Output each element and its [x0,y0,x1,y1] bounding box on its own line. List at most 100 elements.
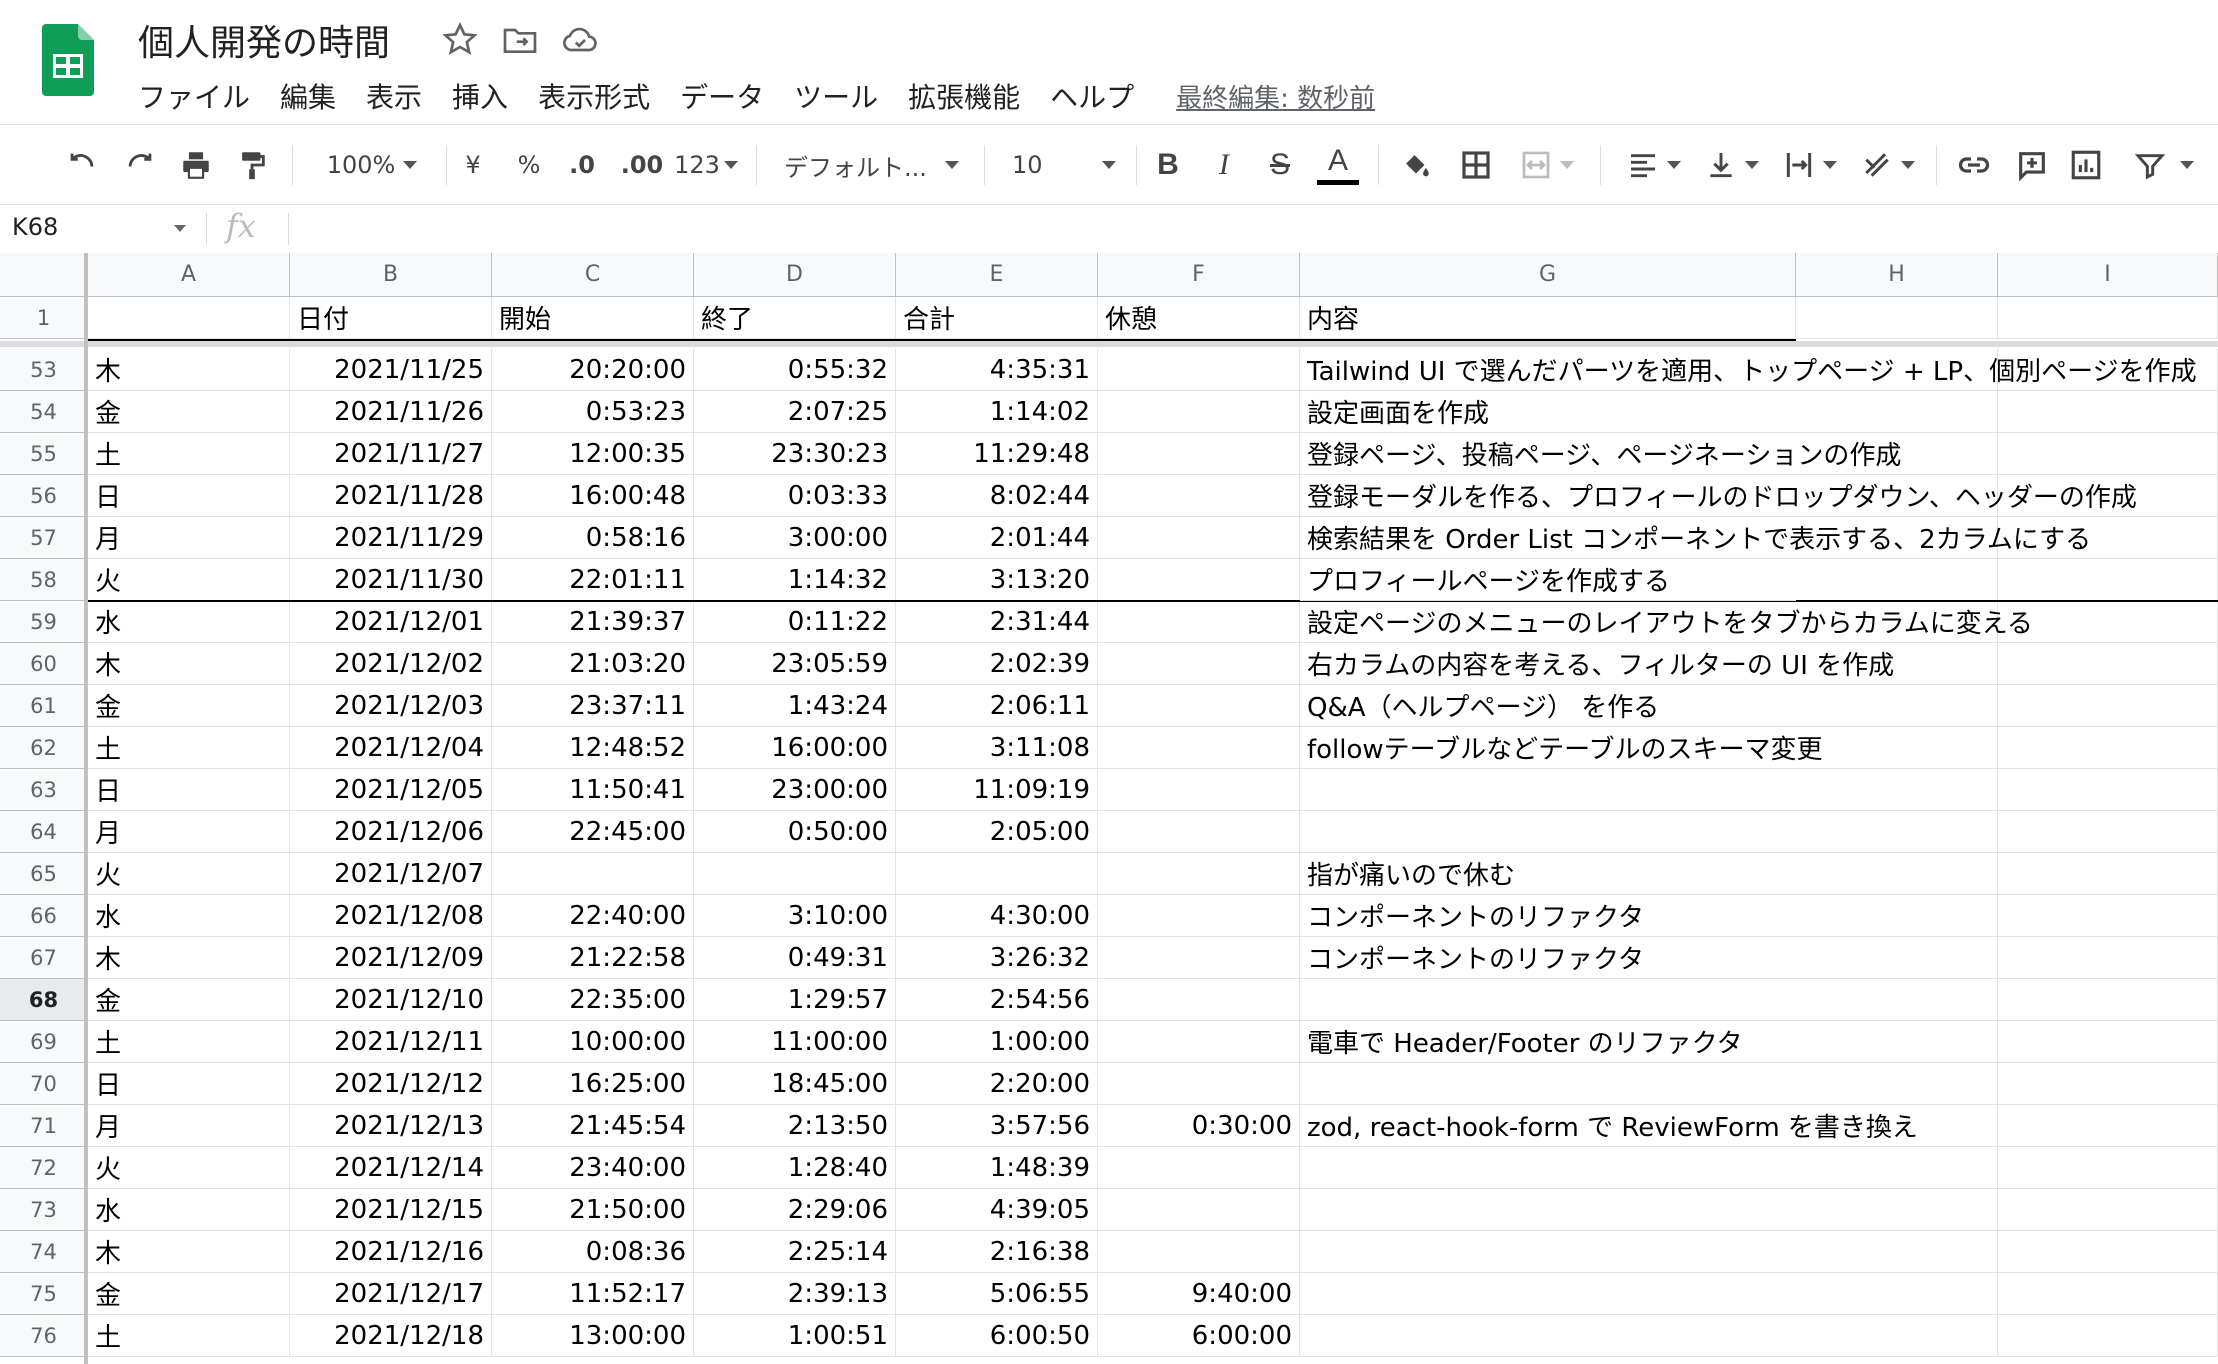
cell-g[interactable]: プロフィールページを作成する [1300,559,1796,601]
fill-color-icon[interactable] [1396,135,1436,195]
cell-g[interactable] [1300,1063,1796,1105]
menu-data[interactable]: データ [680,76,764,116]
cell-c[interactable]: 21:39:37 [492,601,694,643]
cell-h[interactable] [1796,685,1998,727]
cell-a[interactable]: 月 [88,1105,290,1147]
cell-b[interactable]: 2021/12/05 [290,769,492,811]
cell-b[interactable]: 2021/12/17 [290,1273,492,1315]
cell-a[interactable]: 火 [88,559,290,601]
cell-a[interactable]: 日 [88,475,290,517]
cell-i[interactable] [1998,1273,2218,1315]
cell-h[interactable] [1796,1189,1998,1231]
cell-c[interactable]: 16:00:48 [492,475,694,517]
column-header-g[interactable]: G [1300,253,1796,297]
merge-icon[interactable] [1512,135,1582,195]
cell-e[interactable]: 2:05:00 [896,811,1098,853]
cell-d[interactable]: 1:14:32 [694,559,896,601]
cell-h[interactable] [1796,1021,1998,1063]
row-header[interactable]: 55 [0,433,88,475]
cell-d[interactable]: 0:55:32 [694,349,896,391]
cell-b[interactable]: 2021/12/14 [290,1147,492,1189]
header-cell-e[interactable]: 合計 [896,297,1098,339]
frozen-row-divider[interactable] [0,341,2218,347]
cell-a[interactable]: 水 [88,601,290,643]
column-header-d[interactable]: D [694,253,896,297]
cell-e[interactable] [896,853,1098,895]
header-cell-d[interactable]: 終了 [694,297,896,339]
cell-d[interactable]: 2:25:14 [694,1231,896,1273]
cell-h[interactable] [1796,1063,1998,1105]
cell-i[interactable] [1998,1315,2218,1357]
cell-f[interactable] [1098,937,1300,979]
cell-d[interactable] [694,853,896,895]
frozen-column-divider[interactable] [84,253,88,1364]
cell-g[interactable]: Q&A（ヘルプページ） を作る [1300,685,1796,727]
header-cell-c[interactable]: 開始 [492,297,694,339]
cell-i[interactable] [1998,1231,2218,1273]
cell-c[interactable]: 23:37:11 [492,685,694,727]
cell-e[interactable]: 2:54:56 [896,979,1098,1021]
print-icon[interactable] [174,135,218,195]
cell-i[interactable] [1998,1105,2218,1147]
cell-g[interactable]: コンポーネントのリファクタ [1300,895,1796,937]
cell-g[interactable] [1300,979,1796,1021]
cell-c[interactable]: 22:45:00 [492,811,694,853]
header-cell-b[interactable]: 日付 [290,297,492,339]
sheets-logo-icon[interactable] [42,24,94,96]
menu-insert[interactable]: 挿入 [452,76,508,116]
cell-i[interactable] [1998,979,2218,1021]
row-header[interactable]: 73 [0,1189,88,1231]
cell-f[interactable] [1098,391,1300,433]
cell-i[interactable] [1998,391,2218,433]
paint-format-icon[interactable] [230,135,274,195]
cell-c[interactable]: 0:53:23 [492,391,694,433]
valign-bottom-icon[interactable] [1700,135,1764,195]
cell-a[interactable]: 火 [88,853,290,895]
decrease-decimal-button[interactable]: .0 [562,135,602,195]
cell-i[interactable] [1998,1021,2218,1063]
cell-f[interactable] [1098,643,1300,685]
cell-c[interactable]: 22:35:00 [492,979,694,1021]
cell-g[interactable]: Tailwind UI で選んだパーツを適用、トップページ + LP、個別ページ… [1300,349,2197,391]
cell-a[interactable]: 土 [88,1315,290,1357]
zoom-select[interactable]: 100% [312,135,432,195]
cell-a[interactable]: 火 [88,1147,290,1189]
font-family-select[interactable]: デフォルト... [784,135,968,195]
text-rotate-icon[interactable] [1856,135,1920,195]
cell-g[interactable]: 右カラムの内容を考える、フィルターの UI を作成 [1300,643,1894,685]
cell-g[interactable] [1300,1147,1796,1189]
cell-c[interactable]: 12:00:35 [492,433,694,475]
cell-h[interactable] [1796,1315,1998,1357]
cell-e[interactable]: 3:26:32 [896,937,1098,979]
cell-b[interactable]: 2021/11/27 [290,433,492,475]
cell-h[interactable] [1796,559,1998,601]
cell-f[interactable] [1098,475,1300,517]
cell-b[interactable]: 2021/11/28 [290,475,492,517]
cell-b[interactable]: 2021/11/29 [290,517,492,559]
cell-i[interactable] [1998,853,2218,895]
cell-b[interactable]: 2021/12/07 [290,853,492,895]
cell-g[interactable] [1300,769,1796,811]
cell-c[interactable]: 21:50:00 [492,1189,694,1231]
column-header-i[interactable]: I [1998,253,2218,297]
cell-h[interactable] [1796,769,1998,811]
italic-icon[interactable]: I [1204,135,1244,195]
cell-d[interactable]: 23:30:23 [694,433,896,475]
row-header[interactable]: 69 [0,1021,88,1063]
cell-i[interactable] [1998,559,2218,601]
cell-b[interactable]: 2021/12/15 [290,1189,492,1231]
row-header[interactable]: 65 [0,853,88,895]
cell-c[interactable]: 21:22:58 [492,937,694,979]
cell-b[interactable]: 2021/11/30 [290,559,492,601]
cell-g[interactable]: 指が痛いので休む [1300,853,1796,895]
cell-h[interactable] [1796,979,1998,1021]
cell-a[interactable]: 木 [88,1231,290,1273]
row-header[interactable]: 74 [0,1231,88,1273]
cell-b[interactable]: 2021/11/26 [290,391,492,433]
cell-e[interactable]: 1:48:39 [896,1147,1098,1189]
cell-d[interactable]: 3:00:00 [694,517,896,559]
cell-g[interactable]: followテーブルなどテーブルのスキーマ変更 [1300,727,1823,769]
undo-icon[interactable] [60,135,104,195]
cell-f[interactable] [1098,1021,1300,1063]
last-edit-link[interactable]: 最終編集: 数秒前 [1176,78,1375,115]
